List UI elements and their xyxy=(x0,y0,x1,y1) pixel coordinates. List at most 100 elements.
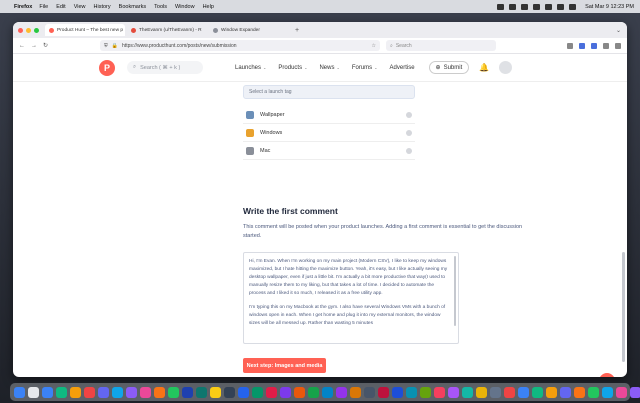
dock-app-icon[interactable] xyxy=(196,386,207,398)
first-comment-textarea[interactable]: Hi, I'm Evan. When I'm working on my mai… xyxy=(243,252,459,344)
control-center-icon[interactable] xyxy=(569,3,577,10)
dock-app-icon[interactable] xyxy=(84,386,95,398)
dock-app-icon[interactable] xyxy=(518,386,529,398)
tab-reddit[interactable]: TheEvanm (u/TheEvanm) - R xyxy=(127,24,207,36)
submit-button[interactable]: ⊕ Submit xyxy=(428,61,470,74)
next-step-button[interactable]: Next step: Images and media xyxy=(243,358,326,373)
url-bar[interactable]: ⛨ 🔒 https://www.producthunt.com/posts/ne… xyxy=(100,40,381,51)
menu-help[interactable]: Help xyxy=(203,4,214,10)
dock-app-icon[interactable] xyxy=(112,386,123,398)
dock-app-icon[interactable] xyxy=(560,386,571,398)
dock-app-icon[interactable] xyxy=(630,386,640,398)
dock-app-icon[interactable] xyxy=(42,386,53,398)
dock-app-icon[interactable] xyxy=(126,386,137,398)
url-text[interactable]: https://www.producthunt.com/posts/new/su… xyxy=(122,43,237,49)
dock-app-icon[interactable] xyxy=(336,386,347,398)
nav-launches[interactable]: Launches ⌄ xyxy=(235,65,266,71)
dock-app-icon[interactable] xyxy=(406,386,417,398)
dock-app-icon[interactable] xyxy=(98,386,109,398)
dock-app-icon[interactable] xyxy=(294,386,305,398)
shield-icon[interactable]: ⛨ xyxy=(104,43,108,49)
launch-tag-search-input[interactable]: Select a launch tag xyxy=(243,85,415,99)
bookmark-star-icon[interactable]: ☆ xyxy=(372,43,376,49)
tag-select-radio[interactable] xyxy=(406,129,412,136)
dock-app-icon[interactable] xyxy=(28,386,39,398)
tag-select-radio[interactable] xyxy=(406,147,412,154)
new-tab-button[interactable]: + xyxy=(295,27,299,34)
forward-arrow-icon[interactable]: → xyxy=(31,43,37,49)
dock-app-icon[interactable] xyxy=(154,386,165,398)
downloads-icon[interactable] xyxy=(567,42,573,49)
notifications-bell-icon[interactable]: 🔔 xyxy=(479,63,489,72)
dock-app-icon[interactable] xyxy=(168,386,179,398)
menu-view[interactable]: View xyxy=(74,4,86,10)
reload-icon[interactable]: ↻ xyxy=(43,42,48,49)
dock-app-icon[interactable] xyxy=(616,386,627,398)
dock-app-icon[interactable] xyxy=(56,386,67,398)
dock-app-icon[interactable] xyxy=(434,386,445,398)
menu-window[interactable]: Window xyxy=(175,4,195,10)
dock-app-icon[interactable] xyxy=(364,386,375,398)
dock-app-icon[interactable] xyxy=(224,386,235,398)
dock-app-icon[interactable] xyxy=(448,386,459,398)
dock-app-icon[interactable] xyxy=(602,386,613,398)
dock-app-icon[interactable] xyxy=(70,386,81,398)
dock-app-icon[interactable] xyxy=(490,386,501,398)
launch-tag-mac[interactable]: Mac xyxy=(243,142,415,160)
user-avatar[interactable] xyxy=(499,61,513,74)
status-icon[interactable] xyxy=(521,3,529,10)
nav-news[interactable]: News ⌄ xyxy=(319,65,339,71)
nav-advertise[interactable]: Advertise xyxy=(390,65,415,71)
status-icon[interactable] xyxy=(509,3,517,10)
tag-select-radio[interactable] xyxy=(406,111,412,118)
dock-app-icon[interactable] xyxy=(462,386,473,398)
dock-app-icon[interactable] xyxy=(182,386,193,398)
menu-icon[interactable] xyxy=(615,42,621,49)
dock-app-icon[interactable] xyxy=(532,386,543,398)
menu-tools[interactable]: Tools xyxy=(154,4,167,10)
dock-app-icon[interactable] xyxy=(392,386,403,398)
extension-icon[interactable] xyxy=(603,42,609,49)
back-arrow-icon[interactable]: ← xyxy=(19,43,25,49)
dock-app-icon[interactable] xyxy=(140,386,151,398)
textarea-scrollbar[interactable] xyxy=(454,256,456,326)
dock-app-icon[interactable] xyxy=(14,386,25,398)
dock-app-icon[interactable] xyxy=(546,386,557,398)
wifi-icon[interactable] xyxy=(545,3,553,10)
dock-app-icon[interactable] xyxy=(280,386,291,398)
dock-app-icon[interactable] xyxy=(322,386,333,398)
maximize-window-button[interactable] xyxy=(34,27,39,33)
close-window-button[interactable] xyxy=(18,27,23,33)
ph-search-input[interactable]: ⌕ Search ( ⌘ + k ) xyxy=(127,61,203,74)
nav-forums[interactable]: Forums ⌄ xyxy=(352,65,378,71)
dock-app-icon[interactable] xyxy=(476,386,487,398)
nav-products[interactable]: Products ⌄ xyxy=(278,65,307,71)
dock-app-icon[interactable] xyxy=(210,386,221,398)
dock-app-icon[interactable] xyxy=(504,386,515,398)
status-icon[interactable] xyxy=(497,3,505,10)
product-hunt-logo[interactable]: P xyxy=(99,59,115,76)
launch-tag-windows[interactable]: Windows xyxy=(243,124,415,142)
tab-list-chevron-icon[interactable]: ⌄ xyxy=(616,27,621,34)
dock-app-icon[interactable] xyxy=(588,386,599,398)
search-icon[interactable] xyxy=(557,3,565,10)
tab-window-expander[interactable]: Window Expander xyxy=(209,24,289,36)
tab-product-hunt[interactable]: Product Hunt – The best new p × xyxy=(45,24,125,36)
menu-clock[interactable]: Sat Mar 9 12:23 PM xyxy=(585,4,634,10)
dock-app-icon[interactable] xyxy=(574,386,585,398)
dock-app-icon[interactable] xyxy=(308,386,319,398)
menu-edit[interactable]: Edit xyxy=(56,4,65,10)
search-bar[interactable]: ⌕ Search xyxy=(386,40,497,51)
lock-icon[interactable]: 🔒 xyxy=(112,43,118,49)
status-icon[interactable] xyxy=(533,3,541,10)
menu-history[interactable]: History xyxy=(94,4,111,10)
menu-bookmarks[interactable]: Bookmarks xyxy=(119,4,147,10)
minimize-window-button[interactable] xyxy=(26,27,31,33)
dock-app-icon[interactable] xyxy=(266,386,277,398)
launch-tag-wallpaper[interactable]: Wallpaper xyxy=(243,106,415,124)
dock-app-icon[interactable] xyxy=(238,386,249,398)
extension-icon[interactable] xyxy=(591,42,597,49)
help-chat-button[interactable]: ⌕ xyxy=(599,373,615,377)
page-scrollbar[interactable] xyxy=(622,252,625,362)
dock-app-icon[interactable] xyxy=(350,386,361,398)
